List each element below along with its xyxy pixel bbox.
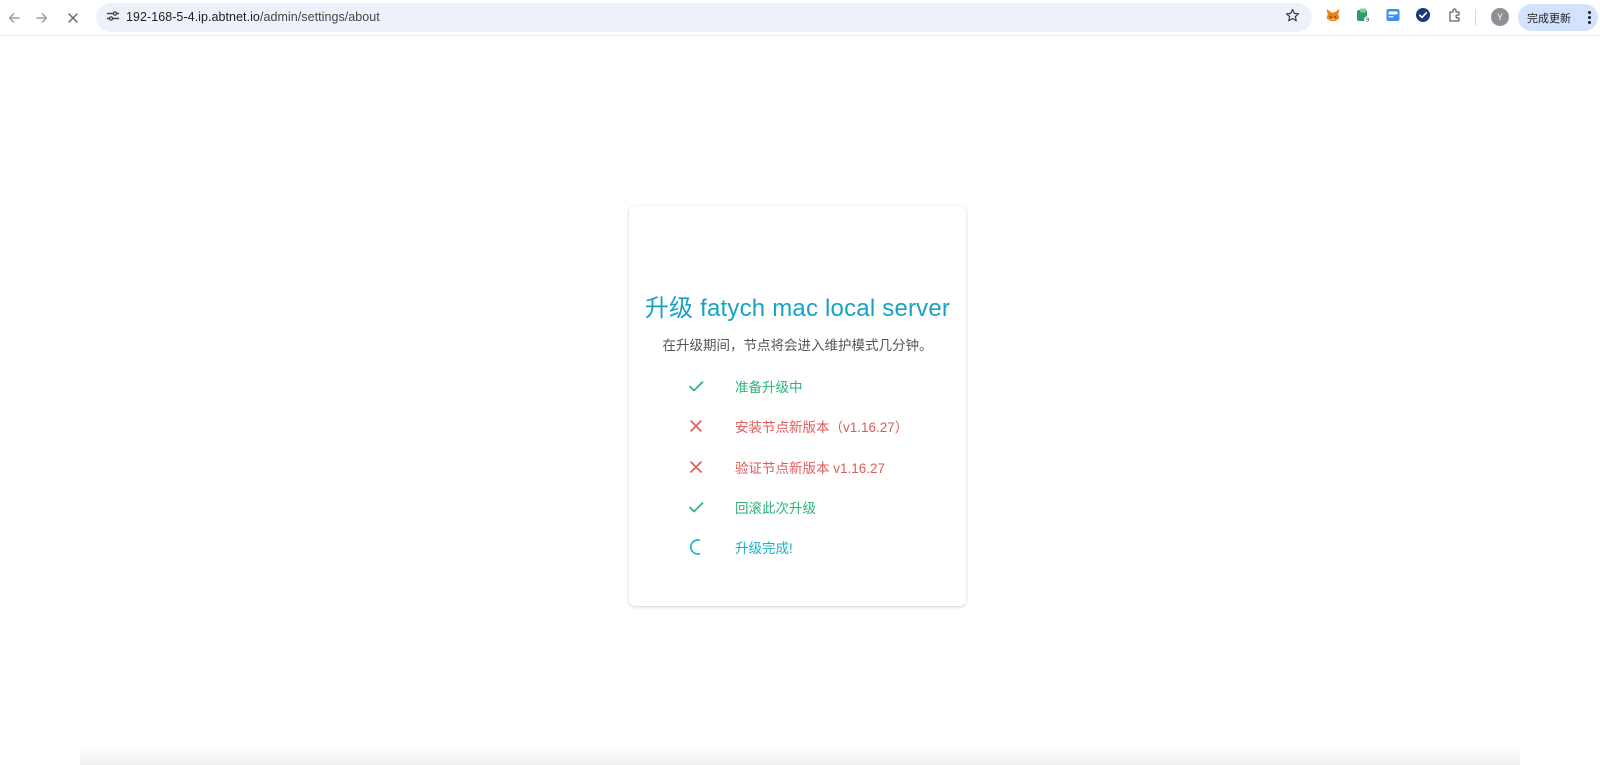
card-icon xyxy=(1385,7,1401,28)
tune-icon xyxy=(106,9,120,28)
step-label: 准备升级中 xyxy=(735,380,803,396)
bookmark-button[interactable] xyxy=(1282,8,1302,28)
upgrade-title: 升级 fatych mac local server xyxy=(644,295,951,322)
extensions-button[interactable] xyxy=(1446,7,1464,28)
url-path: /admin/settings/about xyxy=(259,10,380,24)
step-label: 升级完成! xyxy=(735,541,793,557)
step-verify: 验证节点新版本 v1.16.27 xyxy=(685,447,955,487)
step-label: 验证节点新版本 v1.16.27 xyxy=(735,460,886,476)
toolbar-separator xyxy=(1475,10,1476,26)
fox-icon xyxy=(1325,7,1341,28)
check-badge-icon xyxy=(1415,7,1431,28)
check-icon xyxy=(685,375,707,397)
arrow-right-icon xyxy=(35,11,49,25)
profile-avatar[interactable]: Y xyxy=(1491,8,1509,26)
puzzle-icon xyxy=(1447,7,1463,28)
forward-button[interactable] xyxy=(28,4,56,32)
arrow-left-icon xyxy=(7,11,21,25)
url-text[interactable]: 192-168-5-4.ip.abtnet.io/admin/settings/… xyxy=(126,10,380,24)
site-info-button[interactable] xyxy=(102,7,124,29)
step-label: 安装节点新版本（v1.16.27） xyxy=(735,420,909,436)
step-prepare: 准备升级中 xyxy=(685,366,955,406)
card-extension[interactable] xyxy=(1384,8,1402,26)
url-host: 192-168-5-4.ip.abtnet.io xyxy=(126,10,260,24)
step-install: 安装节点新版本（v1.16.27） xyxy=(685,406,955,446)
bottom-shadow xyxy=(80,745,1520,765)
browser-toolbar: 192-168-5-4.ip.abtnet.io/admin/settings/… xyxy=(0,0,1600,36)
svg-text:9: 9 xyxy=(1366,17,1370,22)
wallet-icon: 9 xyxy=(1355,7,1371,28)
check-badge-extension[interactable] xyxy=(1414,7,1432,28)
step-label: 回滚此次升级 xyxy=(735,501,816,517)
stop-loading-button[interactable] xyxy=(59,4,87,32)
close-icon xyxy=(67,12,79,24)
star-icon xyxy=(1285,8,1300,28)
more-vert-icon xyxy=(1588,11,1591,24)
update-button[interactable]: 完成更新 xyxy=(1518,4,1598,31)
step-complete: 升级完成! xyxy=(685,527,955,567)
profile-initial: Y xyxy=(1496,12,1503,22)
fox-extension[interactable] xyxy=(1324,8,1342,26)
upgrade-subtitle: 在升级期间，节点将会进入维护模式几分钟。 xyxy=(662,338,933,353)
back-button[interactable] xyxy=(0,4,28,32)
error-x-icon xyxy=(685,456,707,478)
error-x-icon xyxy=(685,415,707,437)
step-rollback: 回滚此次升级 xyxy=(685,487,955,527)
update-button-label: 完成更新 xyxy=(1527,12,1571,25)
spinner-icon xyxy=(685,536,707,558)
upgrade-card: 升级 fatych mac local server 在升级期间，节点将会进入维… xyxy=(629,206,966,606)
check-icon xyxy=(685,496,707,518)
upgrade-steps: 准备升级中 安装节点新版本（v1.16.27） 验证节点新版本 v1.16.27… xyxy=(685,366,955,567)
address-bar[interactable]: 192-168-5-4.ip.abtnet.io/admin/settings/… xyxy=(96,3,1312,32)
wallet-extension[interactable]: 9 xyxy=(1354,8,1372,26)
